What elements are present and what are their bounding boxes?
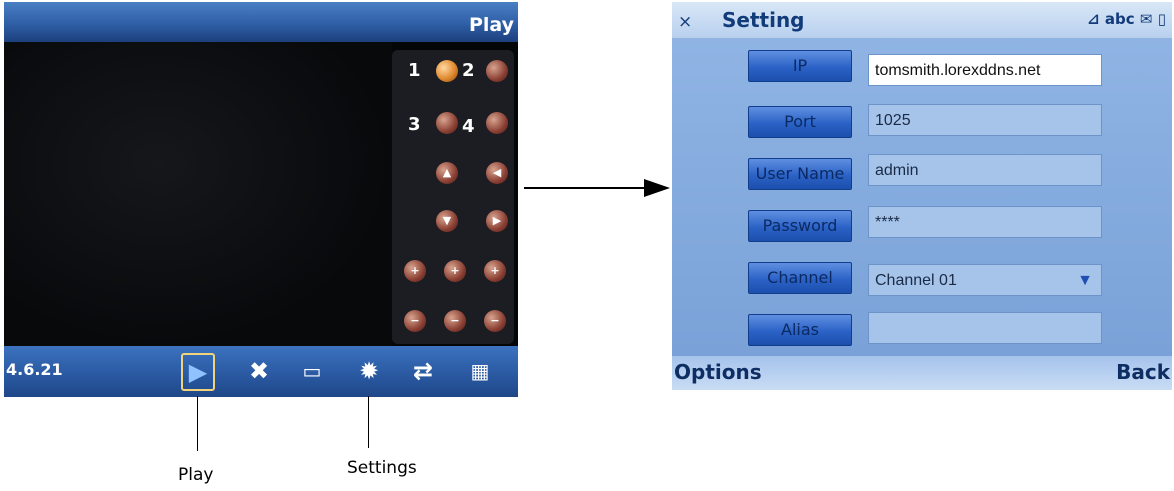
battery-icon: ▯ (1157, 10, 1166, 28)
iris-close-button[interactable]: − (484, 310, 506, 332)
arrow-up-icon: ▲ (442, 166, 452, 179)
play-callout-line (197, 396, 198, 451)
softkey-bar: Options Back (672, 356, 1172, 390)
input-mode-text: abc (1104, 10, 1135, 28)
play-icon[interactable]: ▶ (181, 353, 215, 391)
play-header: Play (4, 2, 518, 42)
port-field[interactable]: 1025 (868, 104, 1102, 136)
alias-label-button[interactable]: Alias (748, 314, 852, 346)
focus-in-button[interactable]: + (444, 260, 466, 282)
zoom-out-button[interactable]: − (404, 310, 426, 332)
settings-screen: × Setting ⊿ abc ✉ ▯ IP tomsmith.lorexddn… (672, 2, 1172, 390)
signal-icon: ⊿ (1087, 10, 1100, 28)
pan-left-button[interactable]: ◀ (486, 162, 508, 184)
settings-icon[interactable]: ✹ (354, 356, 384, 386)
username-field[interactable]: admin (868, 154, 1102, 186)
close-icon[interactable]: × (678, 12, 692, 32)
password-label-button[interactable]: Password (748, 210, 852, 242)
iris-open-button[interactable]: + (484, 260, 506, 282)
calendar-icon[interactable]: ▦ (465, 356, 495, 386)
channel-select-value: Channel 01 (875, 272, 957, 289)
channel-number-1: 1 (408, 60, 421, 81)
plus-icon: + (490, 264, 500, 277)
snapshot-icon[interactable]: ▭ (297, 356, 327, 386)
play-callout-label: Play (178, 465, 214, 485)
message-icon: ✉ (1139, 10, 1153, 28)
back-softkey[interactable]: Back (1116, 360, 1170, 384)
arrow-right-icon: ▶ (492, 214, 502, 227)
arrow-down-icon: ▼ (442, 214, 452, 227)
swap-icon[interactable]: ⇄ (408, 356, 438, 386)
channel-4-button[interactable] (486, 112, 508, 134)
plus-icon: + (450, 264, 460, 277)
ip-label-button[interactable]: IP (748, 50, 852, 82)
alias-field[interactable] (868, 312, 1102, 344)
arrow-left-icon: ◀ (492, 166, 502, 179)
channel-2-button[interactable] (486, 60, 508, 82)
focus-out-button[interactable]: − (444, 310, 466, 332)
plus-icon: + (410, 264, 420, 277)
channel-select[interactable]: Channel 01 ▼ (868, 264, 1102, 296)
play-title: Play (468, 14, 514, 36)
pan-up-button[interactable]: ▲ (436, 162, 458, 184)
zoom-in-button[interactable]: + (404, 260, 426, 282)
minus-icon: − (410, 314, 420, 327)
settings-callout-line (368, 396, 369, 448)
channel-label-button[interactable]: Channel (748, 262, 852, 294)
ptz-control-panel: 1 2 3 4 ▲ ◀ ▼ ▶ + + + − − − (392, 50, 514, 344)
options-softkey[interactable]: Options (674, 360, 762, 384)
password-field[interactable]: **** (868, 206, 1102, 238)
channel-number-2: 2 (462, 60, 475, 81)
minus-icon: − (450, 314, 460, 327)
chevron-down-icon[interactable]: ▼ (1069, 265, 1101, 297)
page-title: Setting (722, 8, 805, 32)
channel-number-4: 4 (462, 116, 475, 137)
settings-form: IP tomsmith.lorexddns.net Port 1025 User… (672, 38, 1172, 356)
settings-callout-label: Settings (347, 458, 417, 478)
port-label-button[interactable]: Port (748, 106, 852, 138)
settings-header: × Setting ⊿ abc ✉ ▯ (672, 2, 1172, 38)
pan-down-button[interactable]: ▼ (436, 210, 458, 232)
status-indicators: ⊿ abc ✉ ▯ (1087, 10, 1166, 28)
play-screen: Play 1 2 3 4 ▲ ◀ ▼ ▶ + + + − − − 4.6.21 … (4, 2, 518, 397)
pan-right-button[interactable]: ▶ (486, 210, 508, 232)
arrow-right-icon (644, 179, 670, 197)
channel-3-button[interactable] (436, 112, 458, 134)
username-label-button[interactable]: User Name (748, 158, 852, 190)
version-text: 4.6.21 (6, 360, 63, 379)
channel-1-button[interactable] (436, 60, 458, 82)
minus-icon: − (490, 314, 500, 327)
transition-arrow-line (524, 187, 656, 189)
ip-field[interactable]: tomsmith.lorexddns.net (868, 54, 1102, 86)
channel-number-3: 3 (408, 114, 421, 135)
close-icon[interactable]: ✖ (244, 356, 274, 386)
play-toolbar: 4.6.21 ▶ ✖ ▭ ✹ ⇄ ▦ (4, 346, 518, 397)
video-view[interactable] (4, 42, 392, 346)
